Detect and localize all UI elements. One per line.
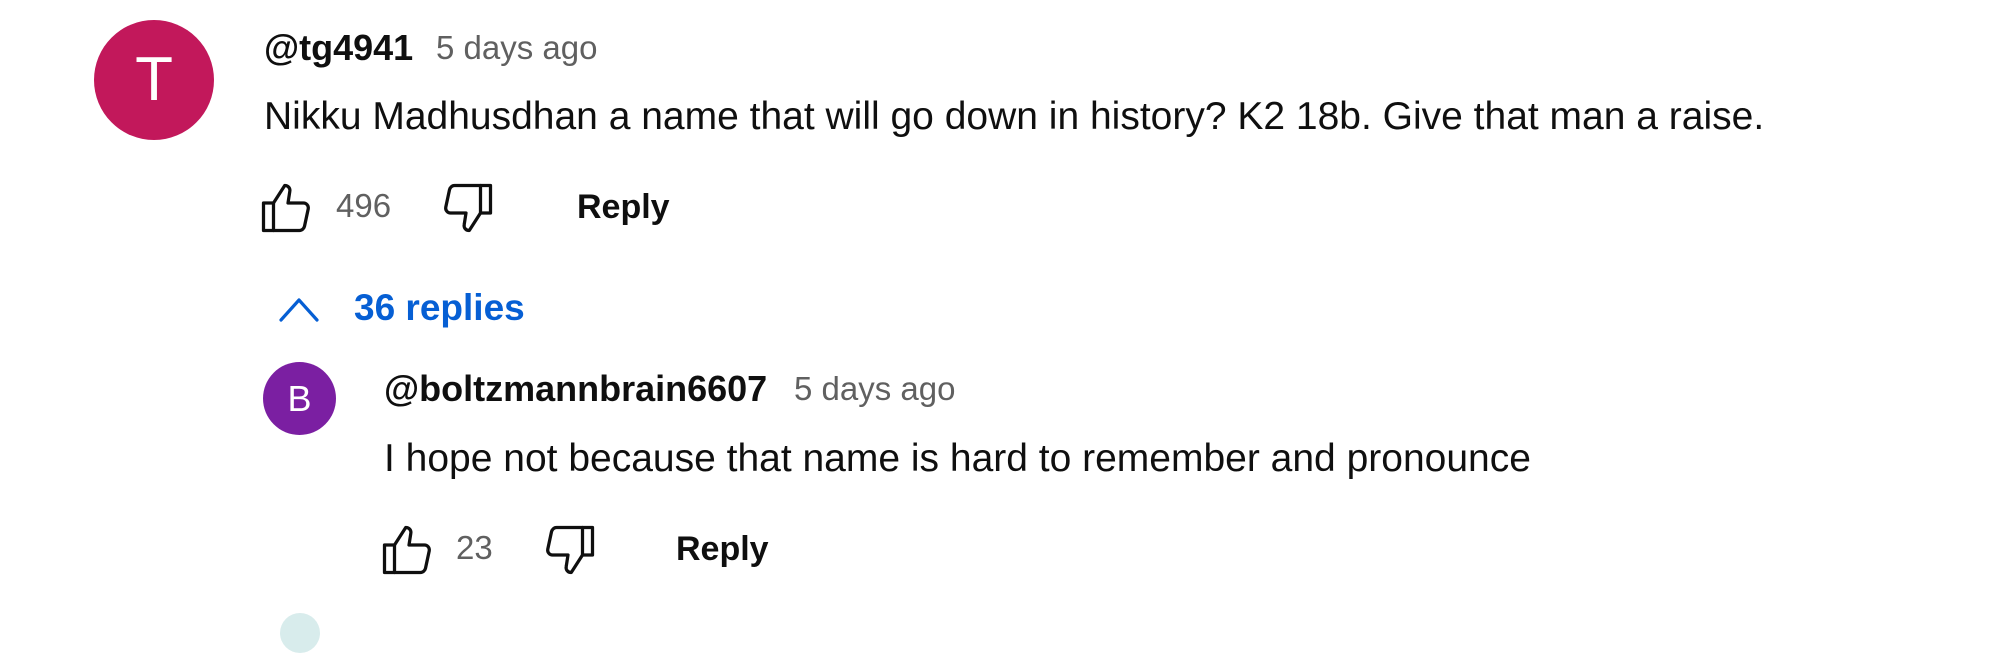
avatar[interactable]: T <box>94 20 214 140</box>
thumbs-down-icon <box>444 183 493 233</box>
reply-author-handle[interactable]: @boltzmannbrain6607 <box>384 367 767 411</box>
reply-button[interactable]: Reply <box>676 527 769 571</box>
thumbs-down-icon <box>546 525 595 575</box>
like-button[interactable] <box>377 520 437 580</box>
like-button[interactable] <box>256 178 316 238</box>
collapse-replies-button[interactable] <box>276 290 322 328</box>
avatar-letter: T <box>135 45 173 114</box>
comment-timestamp[interactable]: 5 days ago <box>436 26 597 70</box>
replies-count-toggle[interactable]: 36 replies <box>354 284 525 332</box>
like-count: 496 <box>336 187 392 224</box>
comment-text: Nikku Madhusdhan a name that will go dow… <box>264 95 1765 138</box>
comment-author-handle[interactable]: @tg4941 <box>264 26 413 70</box>
avatar-letter: B <box>287 377 312 419</box>
reply-timestamp[interactable]: 5 days ago <box>794 367 955 411</box>
chevron-up-icon <box>279 298 319 322</box>
avatar[interactable]: B <box>263 362 336 435</box>
reply-button[interactable]: Reply <box>577 185 670 229</box>
dislike-button[interactable] <box>540 520 600 580</box>
like-count: 23 <box>456 529 493 566</box>
reply-text: I hope not because that name is hard to … <box>384 437 1531 480</box>
thumbs-up-icon <box>382 525 431 575</box>
next-reply-avatar[interactable] <box>280 613 320 653</box>
thumbs-up-icon <box>261 183 310 233</box>
dislike-button[interactable] <box>438 178 498 238</box>
